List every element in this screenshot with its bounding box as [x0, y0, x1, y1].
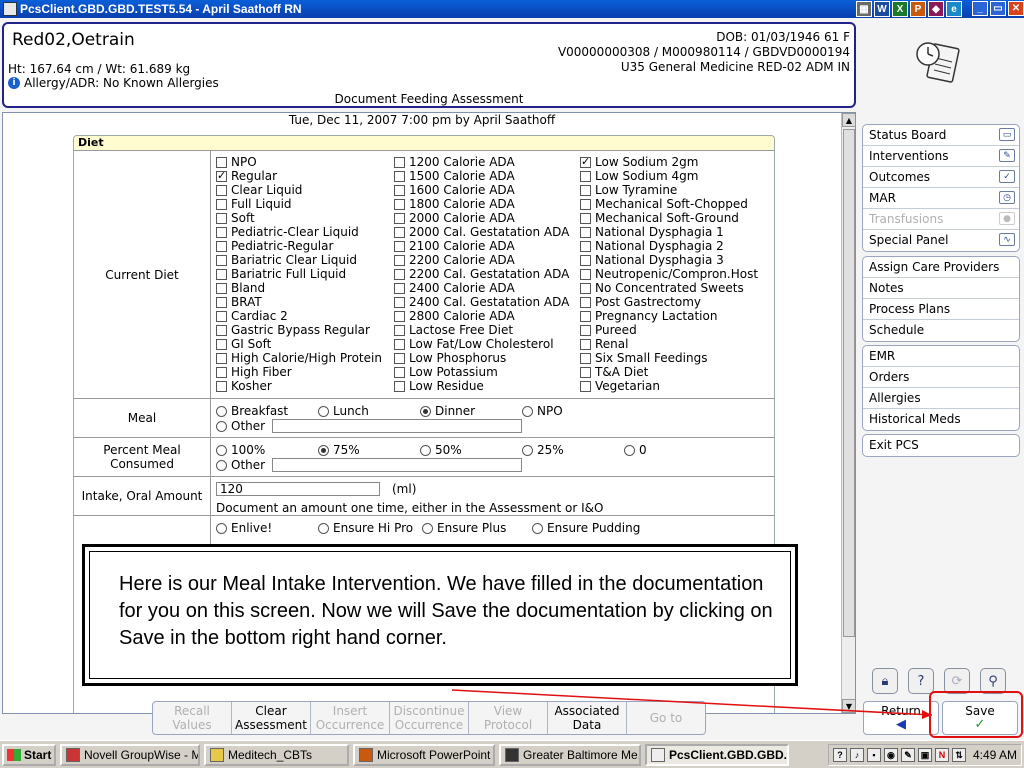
security-icon[interactable]: ◉ [883, 748, 898, 762]
window-title-bar: PcsClient.GBD.GBD.TEST5.54 - April Saath… [0, 0, 1024, 18]
windows-logo-icon [7, 748, 21, 761]
title-tray: ▦ W X P ◆ e _ ▭ ✕ [856, 1, 1024, 17]
excel-icon[interactable]: X [892, 1, 908, 17]
save-highlight [929, 691, 1023, 738]
browser-icon[interactable]: e [946, 1, 962, 17]
task-powerpoint[interactable]: Microsoft PowerPoint ... [353, 743, 495, 766]
network-icon[interactable]: ▪ [866, 748, 881, 762]
powerpoint-icon[interactable]: P [910, 1, 926, 17]
meditech-icon [505, 747, 519, 762]
task-groupwise[interactable]: Novell GroupWise - M... [60, 743, 200, 766]
speaker-icon[interactable]: ♪ [849, 748, 864, 762]
folder-icon [210, 747, 224, 762]
clock-time: 4:49 AM [972, 748, 1017, 762]
help-tray-icon[interactable]: ? [832, 748, 847, 762]
window-title: PcsClient.GBD.GBD.TEST5.54 - April Saath… [20, 2, 302, 16]
pen-icon[interactable]: ✎ [900, 748, 915, 762]
groupwise-icon [66, 747, 80, 762]
app-switch-icon[interactable]: ▦ [856, 1, 872, 17]
shield-icon[interactable]: ▣ [917, 748, 932, 762]
word-icon[interactable]: W [874, 1, 890, 17]
app-icon [3, 2, 17, 16]
connection-icon[interactable]: ⇅ [951, 748, 966, 762]
taskbar: Start Novell GroupWise - M... Meditech_C… [0, 740, 1024, 768]
task-pcsclient[interactable]: PcsClient.GBD.GBD.... [645, 743, 789, 766]
system-tray: ? ♪ ▪ ◉ ✎ ▣ N ⇅ 4:49 AM [827, 744, 1022, 766]
close-button[interactable]: ✕ [1008, 1, 1024, 16]
start-button[interactable]: Start [2, 743, 56, 766]
novell-icon[interactable]: N [934, 748, 949, 762]
tutorial-callout: Here is our Meal Intake Intervention. We… [82, 544, 798, 686]
access-icon[interactable]: ◆ [928, 1, 944, 17]
pcsclient-icon [651, 747, 665, 762]
restore-button[interactable]: ▭ [990, 1, 1006, 16]
minimize-button[interactable]: _ [972, 1, 988, 16]
app-window: Red02,Oetrain Ht: 167.64 cm / Wt: 61.689… [0, 18, 1024, 740]
powerpoint-task-icon [359, 747, 373, 762]
task-greater-baltimore[interactable]: Greater Baltimore Me... [499, 743, 641, 766]
task-meditech-cbts[interactable]: Meditech_CBTs [204, 743, 349, 766]
